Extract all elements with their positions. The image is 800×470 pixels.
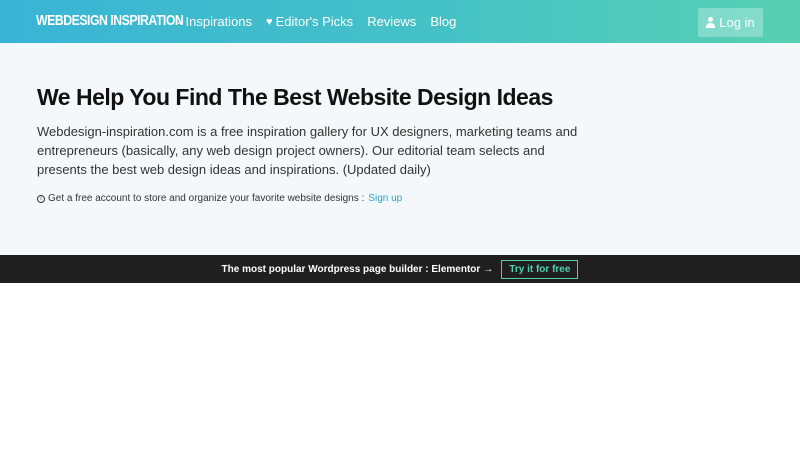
chevron-down-icon: ⌄ <box>175 16 183 26</box>
heart-icon: ♥ <box>266 15 273 28</box>
nav-item-label: Reviews <box>367 14 417 29</box>
try-it-button[interactable]: Try it for free <box>501 259 579 279</box>
login-button[interactable]: Log in <box>698 8 763 37</box>
nav-item-inspirations[interactable]: ⌄ Inspirations <box>175 14 252 29</box>
nav-item-label: Inspirations <box>185 14 253 29</box>
info-icon: i <box>37 194 45 203</box>
nav-item-reviews[interactable]: Reviews <box>367 14 416 29</box>
signup-note-text: Get a free account to store and organize… <box>48 193 365 204</box>
nav-item-editors-picks[interactable]: ♥ Editor's Picks <box>266 14 353 29</box>
nav-item-label: Editor's Picks <box>275 14 354 29</box>
main-nav: ⌄ Inspirations ♥ Editor's Picks Reviews … <box>175 14 470 29</box>
hero-section: We Help You Find The Best Website Design… <box>0 43 800 255</box>
site-header: WEBDESIGN INSPIRATION ⌄ Inspirations ♥ E… <box>0 0 800 43</box>
nav-item-blog[interactable]: Blog <box>430 14 456 29</box>
signup-note: i Get a free account to store and organi… <box>37 193 402 204</box>
hero-description: Webdesign-inspiration.com is a free insp… <box>37 124 578 177</box>
promo-banner: The most popular Wordpress page builder … <box>0 255 800 283</box>
signup-link[interactable]: Sign up <box>368 193 402 204</box>
arrow-right-icon: → <box>483 263 494 275</box>
site-logo[interactable]: WEBDESIGN INSPIRATION <box>36 12 184 29</box>
nav-item-label: Blog <box>430 14 457 29</box>
banner-text: The most popular Wordpress page builder … <box>221 263 481 275</box>
login-label: Log in <box>719 15 755 30</box>
user-icon <box>706 17 716 28</box>
page-title: We Help You Find The Best Website Design… <box>37 84 553 110</box>
